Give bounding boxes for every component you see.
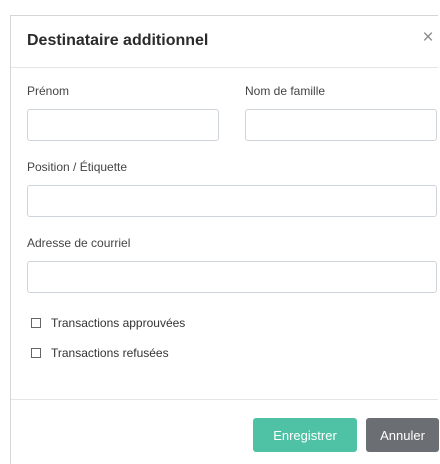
dialog-title: Destinataire additionnel [27, 32, 209, 49]
additional-recipient-dialog: Destinataire additionnel × Prénom Nom de… [10, 15, 439, 464]
first-name-input[interactable] [27, 109, 219, 141]
cancel-button[interactable]: Annuler [366, 418, 439, 452]
approved-transactions-option[interactable]: Transactions approuvées [31, 316, 185, 330]
position-label: Position / Étiquette [27, 160, 128, 174]
email-input[interactable] [27, 261, 437, 293]
email-label: Adresse de courriel [27, 236, 131, 250]
last-name-label: Nom de famille [245, 84, 326, 98]
dialog-header: Destinataire additionnel × [11, 16, 438, 68]
close-icon[interactable]: × [420, 28, 436, 48]
approved-transactions-label: Transactions approuvées [51, 316, 186, 330]
save-button[interactable]: Enregistrer [253, 418, 357, 452]
declined-transactions-option[interactable]: Transactions refusées [31, 346, 169, 360]
declined-transactions-label: Transactions refusées [51, 346, 169, 360]
first-name-label: Prénom [27, 84, 70, 98]
position-input[interactable] [27, 185, 437, 217]
footer-divider [11, 399, 438, 400]
last-name-input[interactable] [245, 109, 437, 141]
declined-transactions-checkbox[interactable] [31, 348, 41, 358]
approved-transactions-checkbox[interactable] [31, 318, 41, 328]
